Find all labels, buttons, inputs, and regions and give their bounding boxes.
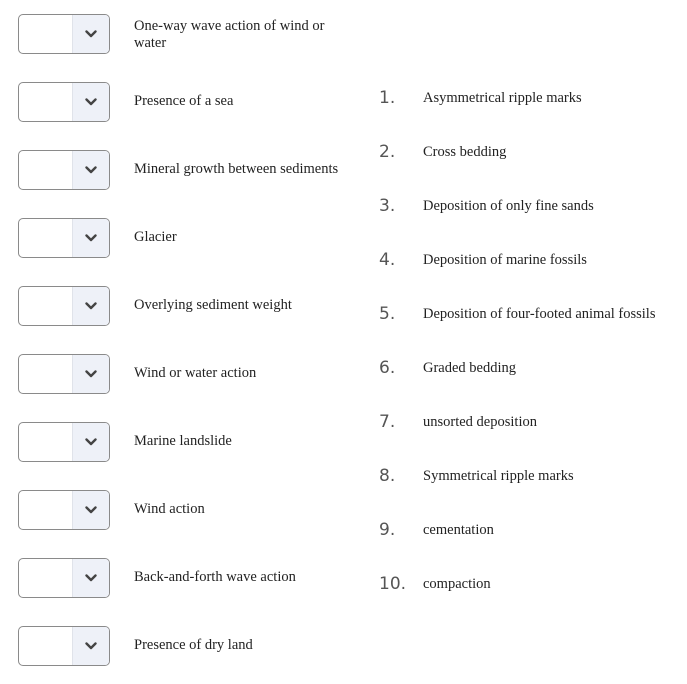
- option-text: Deposition of only fine sands: [423, 198, 594, 214]
- option-text: unsorted deposition: [423, 414, 537, 430]
- option-item: 7. unsorted deposition: [379, 411, 679, 435]
- dropdown-toggle[interactable]: [72, 423, 109, 461]
- match-row: One-way wave action of wind or water: [18, 14, 368, 56]
- answer-dropdown[interactable]: [18, 626, 110, 666]
- match-row: Wind action: [18, 490, 368, 532]
- option-item: 5. Deposition of four-footed animal foss…: [379, 303, 679, 327]
- answer-dropdown[interactable]: [18, 218, 110, 258]
- prompt-text: Presence of a sea: [134, 93, 234, 109]
- dropdown-value: [19, 83, 72, 121]
- option-item: 9. cementation: [379, 519, 679, 543]
- match-row: Glacier: [18, 218, 368, 260]
- option-item: 10. compaction: [379, 573, 679, 597]
- option-text: Graded bedding: [423, 360, 517, 376]
- option-text: Deposition of four-footed animal fossils: [423, 306, 656, 322]
- match-row: Presence of a sea: [18, 82, 368, 124]
- prompt-text: Presence of dry land: [134, 637, 253, 653]
- answer-dropdown[interactable]: [18, 14, 110, 54]
- prompt-text: Overlying sediment weight: [134, 297, 292, 313]
- option-text: compaction: [423, 576, 491, 592]
- dropdown-toggle[interactable]: [72, 355, 109, 393]
- dropdown-value: [19, 627, 72, 665]
- chevron-down-icon: [85, 438, 97, 446]
- chevron-down-icon: [85, 302, 97, 310]
- dropdown-value: [19, 491, 72, 529]
- option-number: 3.: [379, 196, 396, 216]
- match-row: Overlying sediment weight: [18, 286, 368, 328]
- option-number: 7.: [379, 412, 396, 432]
- dropdown-toggle[interactable]: [72, 219, 109, 257]
- answer-dropdown[interactable]: [18, 558, 110, 598]
- option-text: Asymmetrical ripple marks: [423, 90, 582, 106]
- dropdown-toggle[interactable]: [72, 491, 109, 529]
- dropdown-toggle[interactable]: [72, 83, 109, 121]
- dropdown-value: [19, 559, 72, 597]
- option-item: 8. Symmetrical ripple marks: [379, 465, 679, 489]
- option-number: 2.: [379, 142, 396, 162]
- option-text: Deposition of marine fossils: [423, 252, 587, 268]
- prompt-text: Wind action: [134, 501, 205, 517]
- match-row: Back-and-forth wave action: [18, 558, 368, 600]
- chevron-down-icon: [85, 370, 97, 378]
- match-row: Mineral growth between sediments: [18, 150, 368, 192]
- prompt-text: One-way wave action of wind or water: [134, 18, 325, 51]
- dropdown-toggle[interactable]: [72, 559, 109, 597]
- match-row: Wind or water action: [18, 354, 368, 396]
- chevron-down-icon: [85, 234, 97, 242]
- match-row: Marine landslide: [18, 422, 368, 464]
- dropdown-toggle[interactable]: [72, 15, 109, 53]
- answer-dropdown[interactable]: [18, 422, 110, 462]
- option-text: cementation: [423, 522, 494, 538]
- dropdown-value: [19, 151, 72, 189]
- chevron-down-icon: [85, 30, 97, 38]
- chevron-down-icon: [85, 642, 97, 650]
- chevron-down-icon: [85, 166, 97, 174]
- prompt-text: Glacier: [134, 229, 177, 245]
- prompt-text: Wind or water action: [134, 365, 257, 381]
- option-item: 4. Deposition of marine fossils: [379, 249, 679, 273]
- chevron-down-icon: [85, 506, 97, 514]
- option-text: Cross bedding: [423, 144, 507, 160]
- answer-dropdown[interactable]: [18, 150, 110, 190]
- answer-dropdown[interactable]: [18, 286, 110, 326]
- option-number: 1.: [379, 88, 396, 108]
- answer-dropdown[interactable]: [18, 490, 110, 530]
- dropdown-value: [19, 219, 72, 257]
- option-item: 6. Graded bedding: [379, 357, 679, 381]
- option-item: 2. Cross bedding: [379, 141, 679, 165]
- chevron-down-icon: [85, 574, 97, 582]
- option-number: 9.: [379, 520, 396, 540]
- match-row: Presence of dry land: [18, 626, 368, 668]
- chevron-down-icon: [85, 98, 97, 106]
- option-item: 3. Deposition of only fine sands: [379, 195, 679, 219]
- answer-dropdown[interactable]: [18, 82, 110, 122]
- option-text: Symmetrical ripple marks: [423, 468, 574, 484]
- option-number: 6.: [379, 358, 396, 378]
- prompt-text: Mineral growth between sediments: [134, 161, 339, 177]
- option-item: 1. Asymmetrical ripple marks: [379, 87, 679, 111]
- prompt-text: Marine landslide: [134, 433, 232, 449]
- answer-dropdown[interactable]: [18, 354, 110, 394]
- dropdown-toggle[interactable]: [72, 627, 109, 665]
- dropdown-value: [19, 287, 72, 325]
- option-number: 8.: [379, 466, 396, 486]
- dropdown-toggle[interactable]: [72, 287, 109, 325]
- option-number: 4.: [379, 250, 396, 270]
- prompt-text: Back-and-forth wave action: [134, 569, 296, 585]
- dropdown-value: [19, 15, 72, 53]
- dropdown-value: [19, 423, 72, 461]
- option-number: 5.: [379, 304, 396, 324]
- dropdown-toggle[interactable]: [72, 151, 109, 189]
- dropdown-value: [19, 355, 72, 393]
- option-number: 10.: [379, 574, 407, 594]
